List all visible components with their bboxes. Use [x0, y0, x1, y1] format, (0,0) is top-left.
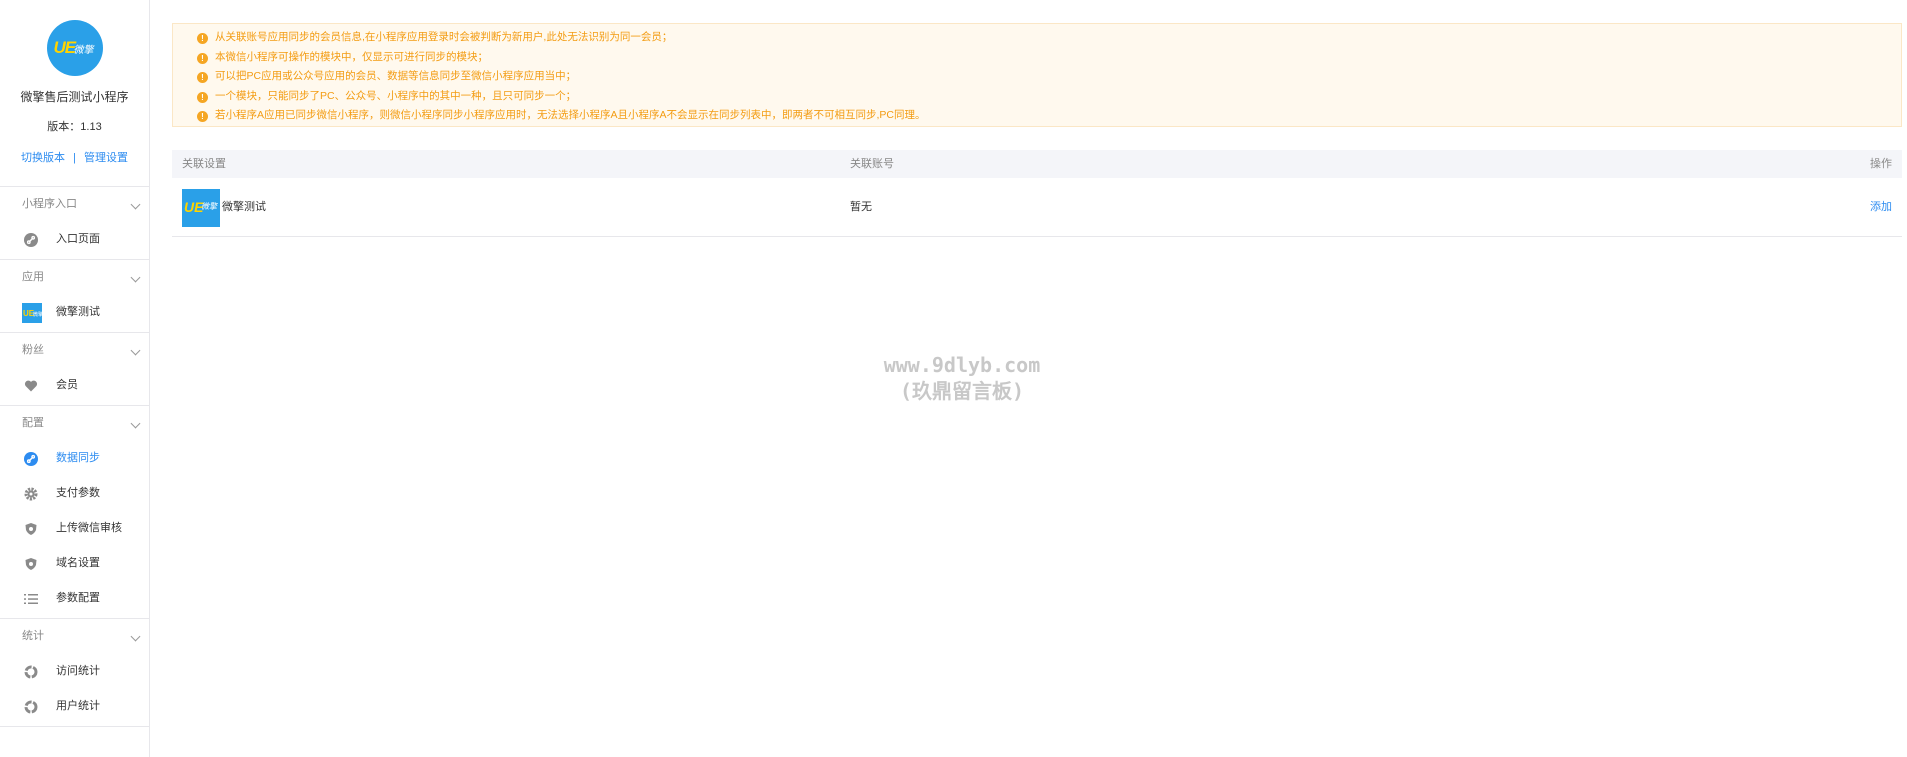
group-title: 粉丝	[22, 344, 44, 356]
account-avatar: UE 微擎	[46, 20, 103, 76]
pie-icon	[24, 665, 38, 679]
shield-icon	[25, 523, 37, 535]
sidebar-item-members[interactable]: 会员	[0, 368, 149, 403]
sidebar-item-label: 域名设置	[56, 557, 100, 569]
avatar-logo-sub: 微擎	[73, 45, 94, 56]
warning-icon: !	[197, 91, 208, 103]
sidebar-item-upload-review[interactable]: 上传微信审核	[0, 511, 149, 546]
sidebar-item-payment-params[interactable]: 支付参数	[0, 476, 149, 511]
row-linked-account: 暂无	[850, 201, 872, 213]
sidebar-group-header[interactable]: 统计	[0, 619, 149, 654]
notice-line: ! 可以把PC应用或公众号应用的会员、数据等信息同步至微信小程序应用当中；	[197, 67, 1901, 87]
chevron-down-icon	[130, 631, 141, 642]
table-header: 关联设置 关联账号 操作	[172, 150, 1902, 178]
avatar-logo-text: UE	[53, 38, 77, 57]
app-logo: UE 微擎	[182, 189, 220, 227]
app-logo-sub: 微擎	[201, 202, 217, 211]
sidebar-item-domain-settings[interactable]: 域名设置	[0, 546, 149, 581]
sidebar-group-header[interactable]: 小程序入口	[0, 187, 149, 222]
sidebar: UE 微擎 微擎售后测试小程序 版本：1.13 切换版本 | 管理设置 小程序入…	[0, 0, 150, 757]
sidebar-group-header[interactable]: 粉丝	[0, 333, 149, 368]
sidebar-group-entry: 小程序入口 入口页面	[0, 187, 149, 260]
notice-text: 若小程序A应用已同步微信小程序，则微信小程序同步小程序应用时，无法选择小程序A且…	[215, 109, 926, 121]
sidebar-item-label: 参数配置	[56, 592, 100, 604]
sidebar-item-data-sync[interactable]: 数据同步	[0, 441, 149, 476]
header-setting: 关联设置	[182, 158, 226, 170]
sidebar-item-label: 微擎测试	[56, 306, 100, 318]
sidebar-group-fans: 粉丝 会员	[0, 333, 149, 406]
chevron-down-icon	[130, 345, 141, 356]
group-title: 统计	[22, 630, 44, 642]
pie-icon	[24, 700, 38, 714]
warning-icon: !	[197, 52, 208, 64]
chevron-down-icon	[130, 272, 141, 283]
sidebar-item-label: 会员	[56, 379, 78, 391]
notice-box: ! 从关联账号应用同步的会员信息,在小程序应用登录时会被判断为新用户,此处无法识别…	[172, 23, 1902, 127]
heart-icon	[24, 380, 38, 392]
notice-text: 一个模块，只能同步了PC、公众号、小程序中的其中一种，且只可同步一个；	[215, 89, 577, 102]
header-action: 操作	[1870, 158, 1892, 170]
watermark: www.9dlyb.com (玖鼎留言板)	[862, 352, 1062, 404]
svg-text:微擎: 微擎	[33, 311, 42, 318]
switch-version-link[interactable]: 切换版本	[21, 152, 65, 164]
sidebar-item-visit-stats[interactable]: 访问统计	[0, 654, 149, 689]
sidebar-group-apps: 应用 UE 微擎 微擎测试	[0, 260, 149, 333]
notice-text: 从关联账号应用同步的会员信息,在小程序应用登录时会被判断为新用户,此处无法识别为…	[215, 31, 673, 43]
sidebar-item-entry-page[interactable]: 入口页面	[0, 222, 149, 257]
sidebar-item-label: 访问统计	[56, 665, 100, 677]
warning-icon: !	[197, 33, 208, 44]
warning-icon: !	[197, 72, 208, 83]
account-links: 切换版本 | 管理设置	[0, 149, 149, 165]
manage-settings-link[interactable]: 管理设置	[84, 152, 128, 164]
notice-line: ! 若小程序A应用已同步微信小程序，则微信小程序同步小程序应用时，无法选择小程序A…	[197, 106, 1901, 126]
sync-icon	[24, 452, 38, 466]
sidebar-item-user-stats[interactable]: 用户统计	[0, 689, 149, 724]
shield-icon	[25, 558, 37, 570]
sidebar-item-param-config[interactable]: 参数配置	[0, 581, 149, 616]
warning-icon: !	[197, 111, 208, 122]
link-separator: |	[73, 152, 76, 164]
notice-text: 本微信小程序可操作的模块中，仅显示可进行同步的模块；	[215, 50, 488, 63]
link-icon	[24, 233, 38, 247]
add-link-button[interactable]: 添加	[1870, 178, 1892, 237]
sidebar-item-label: 数据同步	[56, 452, 100, 464]
app-logo-icon: UE微擎	[22, 303, 42, 323]
list-icon	[24, 594, 38, 604]
notice-line: ! 从关联账号应用同步的会员信息,在小程序应用登录时会被判断为新用户,此处无法识别…	[197, 28, 1901, 48]
header-account: 关联账号	[850, 158, 894, 170]
sync-table: 关联设置 关联账号 操作 UE 微擎 微擎测试 暂无 添加	[172, 150, 1902, 237]
sidebar-group-config: 配置 数据同步 支付参数 上传微信审核 域名设置 参数配置	[0, 406, 149, 619]
group-title: 配置	[22, 417, 44, 429]
watermark-line2: (玖鼎留言板)	[899, 379, 1025, 403]
watermark-line1: www.9dlyb.com	[883, 353, 1041, 377]
account-version: 版本：1.13	[47, 121, 102, 133]
chevron-down-icon	[130, 418, 141, 429]
sidebar-group-header[interactable]: 配置	[0, 406, 149, 441]
gear-icon	[24, 487, 38, 501]
account-panel: UE 微擎 微擎售后测试小程序 版本：1.13 切换版本 | 管理设置	[0, 20, 149, 187]
notice-line: ! 一个模块，只能同步了PC、公众号、小程序中的其中一种，且只可同步一个；	[197, 87, 1901, 107]
sidebar-group-header[interactable]: 应用	[0, 260, 149, 295]
sidebar-item-label: 用户统计	[56, 700, 100, 712]
account-name: 微擎售后测试小程序	[20, 90, 129, 104]
notice-line: ! 本微信小程序可操作的模块中，仅显示可进行同步的模块；	[197, 48, 1901, 68]
sidebar-item-label: 支付参数	[56, 487, 100, 499]
sidebar-group-stats: 统计 访问统计 用户统计	[0, 619, 149, 727]
group-title: 小程序入口	[22, 198, 77, 210]
notice-text: 可以把PC应用或公众号应用的会员、数据等信息同步至微信小程序应用当中；	[215, 70, 577, 82]
sidebar-item-label: 上传微信审核	[56, 522, 122, 534]
group-title: 应用	[22, 271, 44, 283]
sidebar-item-label: 入口页面	[56, 233, 100, 245]
sidebar-item-app-test[interactable]: UE 微擎 微擎测试	[0, 295, 149, 330]
chevron-down-icon	[130, 199, 141, 210]
row-app-name: 微擎测试	[222, 201, 266, 213]
table-row: UE 微擎 微擎测试 暂无 添加	[172, 178, 1902, 237]
